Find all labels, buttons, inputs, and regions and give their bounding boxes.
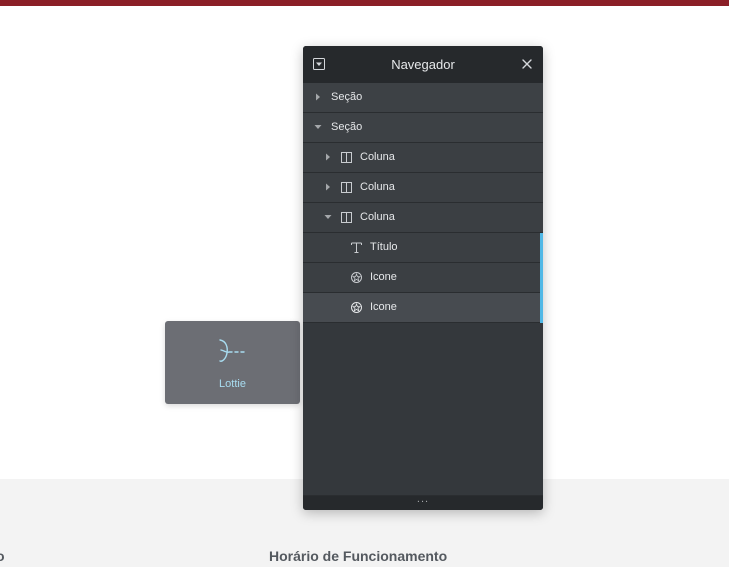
more-dots-icon[interactable]: ...: [303, 493, 543, 505]
tree-row-label: Icone: [370, 301, 397, 313]
caret-right-icon[interactable]: [324, 153, 332, 161]
footer-left-heading: o: [0, 548, 5, 564]
tree-row-heading[interactable]: Título: [303, 233, 543, 263]
row-indicator: [540, 293, 543, 323]
row-indicator: [540, 263, 543, 293]
tree-row-label: Seção: [331, 91, 363, 103]
navigator-panel[interactable]: Navegador Seção Seção Coluna Coluna Colu…: [303, 46, 543, 510]
tree-row-column-3[interactable]: Coluna: [303, 203, 543, 233]
tree-row-section-2[interactable]: Seção: [303, 113, 543, 143]
tree-row-label: Seção: [331, 121, 363, 133]
icon-widget-icon: [351, 272, 362, 283]
tree-row-section-1[interactable]: Seção: [303, 83, 543, 113]
close-icon[interactable]: [520, 57, 534, 71]
caret-down-icon[interactable]: [324, 213, 332, 221]
column-icon: [341, 212, 352, 223]
navigator-resize-handle[interactable]: ...: [303, 493, 543, 510]
tree-row-icon-1[interactable]: Icone: [303, 263, 543, 293]
tree-row-label: Título: [370, 241, 398, 253]
caret-down-icon[interactable]: [314, 123, 322, 131]
lottie-drag-widget[interactable]: Lottie: [165, 321, 300, 404]
navigator-header[interactable]: Navegador: [303, 46, 543, 84]
lottie-icon: [219, 339, 245, 362]
heading-icon: [351, 242, 362, 253]
tree-row-label: Coluna: [360, 151, 395, 163]
top-accent-bar: [0, 0, 729, 6]
tree-row-icon-2[interactable]: Icone: [303, 293, 543, 323]
navigator-tree: Seção Seção Coluna Coluna Coluna Título …: [303, 83, 543, 323]
caret-right-icon[interactable]: [314, 93, 322, 101]
lottie-label: Lottie: [219, 378, 246, 390]
tree-row-label: Coluna: [360, 211, 395, 223]
column-icon: [341, 152, 352, 163]
tree-row-column-1[interactable]: Coluna: [303, 143, 543, 173]
caret-right-icon[interactable]: [324, 183, 332, 191]
footer-hours-heading: Horário de Funcionamento: [269, 548, 448, 564]
tree-row-label: Icone: [370, 271, 397, 283]
row-indicator: [540, 233, 543, 263]
tree-row-column-2[interactable]: Coluna: [303, 173, 543, 203]
navigator-title: Navegador: [391, 57, 455, 72]
icon-widget-icon: [351, 302, 362, 313]
tree-row-label: Coluna: [360, 181, 395, 193]
column-icon: [341, 182, 352, 193]
